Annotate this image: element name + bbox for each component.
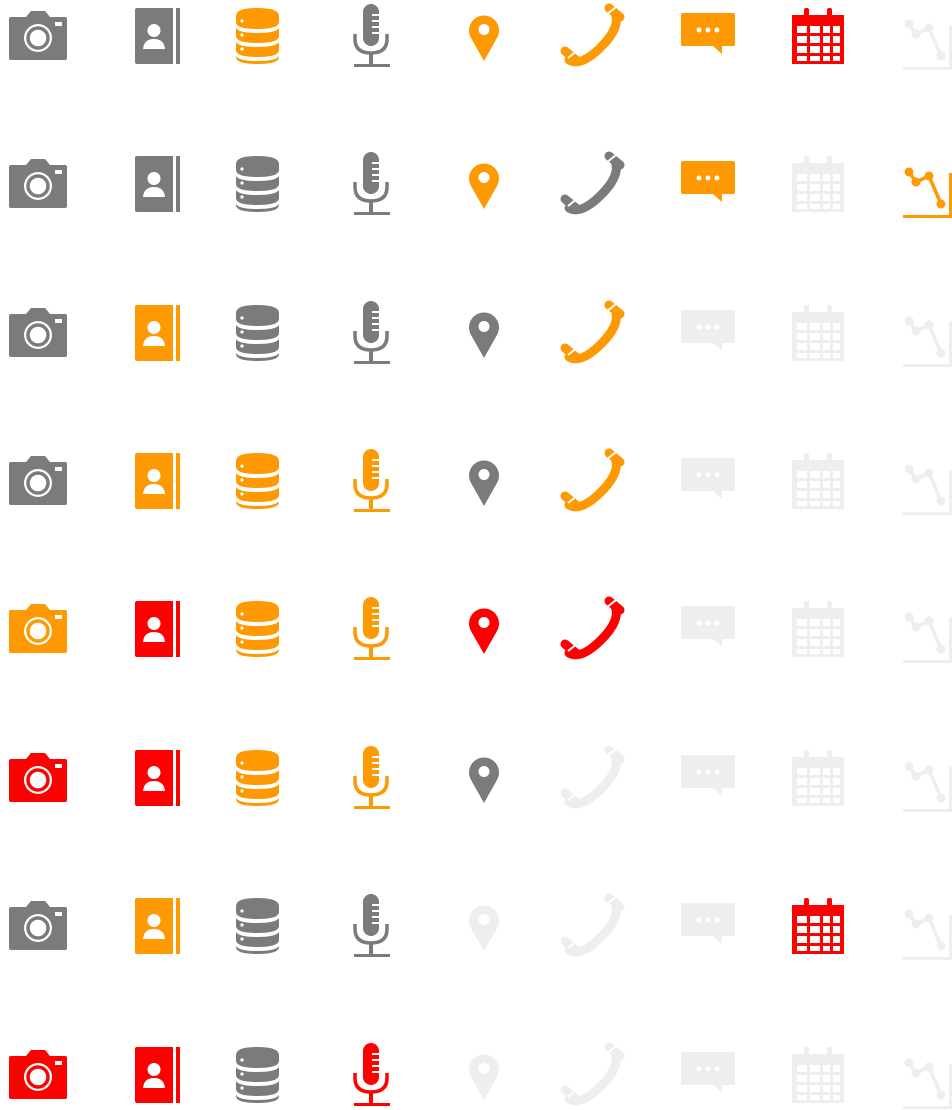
microphone-icon[interactable] <box>337 1 407 71</box>
camera-icon[interactable] <box>2 891 72 961</box>
database-icon[interactable] <box>223 891 293 961</box>
camera-icon[interactable] <box>2 298 72 368</box>
icon-row <box>0 149 952 219</box>
icon-row <box>0 594 952 664</box>
calendar-icon[interactable] <box>784 891 854 961</box>
chart-icon[interactable] <box>896 743 952 813</box>
contact-book-icon[interactable] <box>111 594 181 664</box>
microphone-icon[interactable] <box>337 446 407 516</box>
icon-grid <box>0 0 952 1110</box>
phone-icon[interactable] <box>559 1 629 71</box>
chat-icon[interactable] <box>672 1 742 71</box>
phone-icon[interactable] <box>559 594 629 664</box>
chat-icon[interactable] <box>672 149 742 219</box>
map-pin-icon[interactable] <box>449 298 519 368</box>
calendar-icon[interactable] <box>784 149 854 219</box>
camera-icon[interactable] <box>2 743 72 813</box>
database-icon[interactable] <box>223 594 293 664</box>
microphone-icon[interactable] <box>337 149 407 219</box>
chat-icon[interactable] <box>672 891 742 961</box>
icon-row <box>0 743 952 813</box>
phone-icon[interactable] <box>559 743 629 813</box>
chart-icon[interactable] <box>896 298 952 368</box>
chart-icon[interactable] <box>896 1 952 71</box>
map-pin-icon[interactable] <box>449 743 519 813</box>
camera-icon[interactable] <box>2 594 72 664</box>
calendar-icon[interactable] <box>784 1040 854 1110</box>
chart-icon[interactable] <box>896 446 952 516</box>
chat-icon[interactable] <box>672 1040 742 1110</box>
chart-icon[interactable] <box>896 594 952 664</box>
contact-book-icon[interactable] <box>111 446 181 516</box>
map-pin-icon[interactable] <box>449 1 519 71</box>
database-icon[interactable] <box>223 743 293 813</box>
map-pin-icon[interactable] <box>449 594 519 664</box>
database-icon[interactable] <box>223 149 293 219</box>
calendar-icon[interactable] <box>784 1 854 71</box>
camera-icon[interactable] <box>2 1 72 71</box>
phone-icon[interactable] <box>559 446 629 516</box>
database-icon[interactable] <box>223 446 293 516</box>
map-pin-icon[interactable] <box>449 891 519 961</box>
icon-row <box>0 1040 952 1110</box>
icon-row <box>0 1 952 71</box>
microphone-icon[interactable] <box>337 743 407 813</box>
map-pin-icon[interactable] <box>449 1040 519 1110</box>
contact-book-icon[interactable] <box>111 743 181 813</box>
camera-icon[interactable] <box>2 149 72 219</box>
contact-book-icon[interactable] <box>111 891 181 961</box>
calendar-icon[interactable] <box>784 594 854 664</box>
chart-icon[interactable] <box>896 149 952 219</box>
map-pin-icon[interactable] <box>449 149 519 219</box>
microphone-icon[interactable] <box>337 594 407 664</box>
microphone-icon[interactable] <box>337 298 407 368</box>
contact-book-icon[interactable] <box>111 1040 181 1110</box>
phone-icon[interactable] <box>559 891 629 961</box>
icon-row <box>0 298 952 368</box>
contact-book-icon[interactable] <box>111 298 181 368</box>
chart-icon[interactable] <box>896 891 952 961</box>
chart-icon[interactable] <box>896 1040 952 1110</box>
map-pin-icon[interactable] <box>449 446 519 516</box>
phone-icon[interactable] <box>559 298 629 368</box>
calendar-icon[interactable] <box>784 446 854 516</box>
phone-icon[interactable] <box>559 1040 629 1110</box>
camera-icon[interactable] <box>2 1040 72 1110</box>
icon-row <box>0 891 952 961</box>
camera-icon[interactable] <box>2 446 72 516</box>
contact-book-icon[interactable] <box>111 1 181 71</box>
chat-icon[interactable] <box>672 298 742 368</box>
icon-row <box>0 446 952 516</box>
phone-icon[interactable] <box>559 149 629 219</box>
database-icon[interactable] <box>223 298 293 368</box>
chat-icon[interactable] <box>672 446 742 516</box>
calendar-icon[interactable] <box>784 298 854 368</box>
calendar-icon[interactable] <box>784 743 854 813</box>
microphone-icon[interactable] <box>337 891 407 961</box>
database-icon[interactable] <box>223 1040 293 1110</box>
chat-icon[interactable] <box>672 743 742 813</box>
contact-book-icon[interactable] <box>111 149 181 219</box>
chat-icon[interactable] <box>672 594 742 664</box>
microphone-icon[interactable] <box>337 1040 407 1110</box>
database-icon[interactable] <box>223 1 293 71</box>
